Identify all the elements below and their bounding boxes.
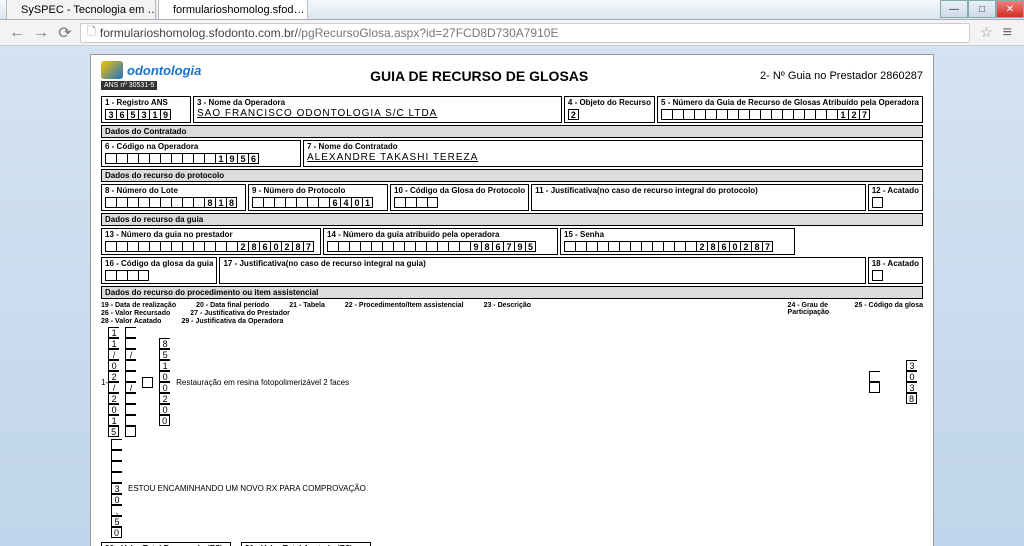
url-path: /pgRecursoGlosa.aspx?id=27FCD8D730A7910E	[298, 26, 559, 40]
maximize-button[interactable]: □	[968, 0, 996, 18]
field-31: 31 - Valor Total Acatado (R$) 0,00	[241, 542, 371, 546]
proc-desc: Restauração em resina fotopolimerizável …	[176, 378, 859, 387]
field-7: 7 - Nome do Contratado ALEXANDRE TAKASHI…	[303, 140, 923, 167]
browser-titlebar: SySPEC - Tecnologia em … × formulariosho…	[0, 0, 1024, 20]
field-17: 17 - Justificativa(no caso de recurso in…	[219, 257, 865, 284]
browser-tab-0[interactable]: SySPEC - Tecnologia em … ×	[6, 0, 156, 19]
page-title: GUIA DE RECURSO DE GLOSAS	[370, 68, 588, 84]
field-8: 8 - Número do Lote 818	[101, 184, 246, 211]
field-14: 14 - Número da guia atribuido pela opera…	[323, 228, 558, 255]
close-button[interactable]: ✕	[996, 0, 1024, 18]
field-18: 18 - Acatado	[868, 257, 923, 284]
globe-icon: 🗋	[87, 23, 96, 42]
guide-number: 2- Nº Guia no Prestador2860287	[757, 70, 923, 82]
tab-title: SySPEC - Tecnologia em …	[21, 4, 156, 16]
logo-sub: ANS nº 30531-5	[101, 81, 157, 90]
field-9: 9 - Número do Protocolo 6401	[248, 184, 388, 211]
tab-title: formularioshomolog.sfod…	[173, 4, 304, 16]
bookmark-icon[interactable]: ☆	[980, 24, 993, 41]
proc-row-1b: 30,50 ESTOU ENCAMINHANDO UM NOVO RX PARA…	[101, 439, 923, 538]
field-11: 11 - Justificativa(no caso de recurso in…	[531, 184, 866, 211]
url-input[interactable]: 🗋 formularioshomolog.sfodonto.com.br//pg…	[80, 23, 970, 43]
form-sheet: odontologia ANS nº 30531-5 GUIA DE RECUR…	[90, 54, 934, 546]
logo: odontologia ANS nº 30531-5	[101, 61, 201, 90]
proc-header: 19 - Data de realização 20 - Data final …	[101, 302, 923, 325]
field-10: 10 - Código da Glosa do Protocolo	[390, 184, 529, 211]
field-13: 13 - Número da guia no prestador 2860287	[101, 228, 321, 255]
field-4: 4 - Objeto do Recurso 2	[564, 96, 655, 123]
field-6: 6 - Código na Operadora 1956	[101, 140, 301, 167]
browser-tab-1[interactable]: formularioshomolog.sfod… ×	[158, 0, 308, 19]
logo-mark-icon	[101, 61, 123, 79]
forward-button[interactable]: →	[32, 24, 50, 42]
section-contratado: Dados do Contratado	[101, 125, 923, 138]
section-guia: Dados do recurso da guia	[101, 213, 923, 226]
menu-icon[interactable]: ≡	[999, 24, 1016, 42]
proc-just: ESTOU ENCAMINHANDO UM NOVO RX PARA COMPR…	[128, 484, 366, 493]
field-12: 12 - Acatado	[868, 184, 923, 211]
field-5: 5 - Número da Guia de Recurso de Glosas …	[657, 96, 923, 123]
back-button[interactable]: ←	[8, 24, 26, 42]
reload-button[interactable]: ⟳	[56, 23, 74, 43]
field-16: 16 - Código da glosa da guia	[101, 257, 217, 284]
field-1: 1 - Registro ANS 365319	[101, 96, 191, 123]
field-30: 30 - Valor Total Recursado (R$) 30,50	[101, 542, 231, 546]
proc-row-1: 1- 11/02/2015 // 85100200 Restauração em…	[101, 327, 923, 437]
field-15: 15 - Senha 2860287	[560, 228, 795, 255]
url-host: formularioshomolog.sfodonto.com.br/	[100, 26, 298, 40]
address-bar: ← → ⟳ 🗋 formularioshomolog.sfodonto.com.…	[0, 20, 1024, 46]
section-proc: Dados do recurso do procedimento ou item…	[101, 286, 923, 299]
logo-text: odontologia	[127, 63, 201, 78]
section-protocolo: Dados do recurso do protocolo	[101, 169, 923, 182]
field-3: 3 - Nome da Operadora SAO FRANCISCO ODON…	[193, 96, 562, 123]
minimize-button[interactable]: —	[940, 0, 968, 18]
